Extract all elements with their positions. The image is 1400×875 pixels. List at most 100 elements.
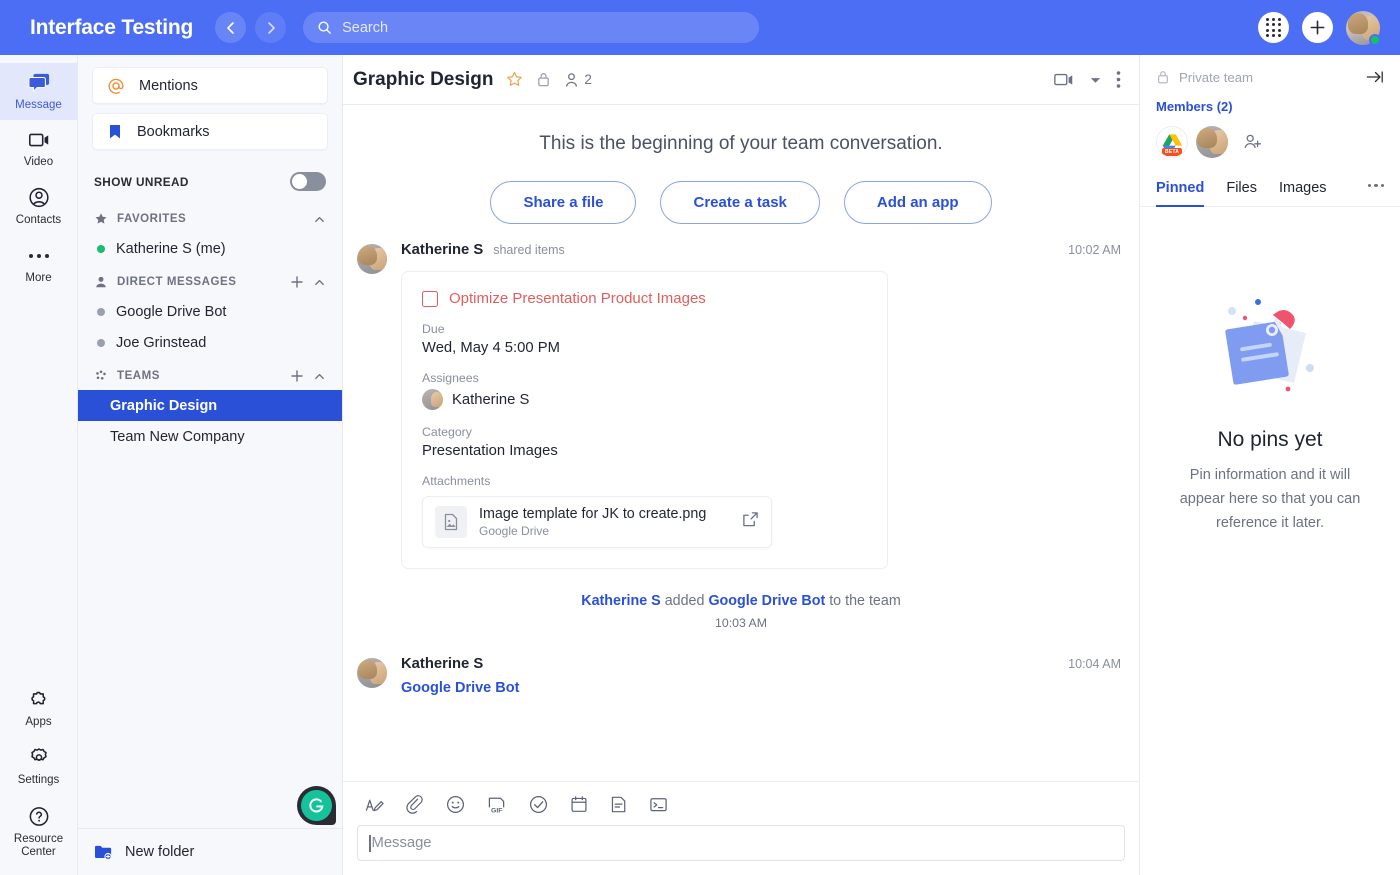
- members-title[interactable]: Members (2): [1156, 99, 1384, 114]
- gif-icon[interactable]: GIF: [487, 795, 507, 814]
- rail-item-contacts[interactable]: Contacts: [0, 177, 78, 235]
- rail-label: Contacts: [15, 214, 62, 227]
- new-folder-button[interactable]: New folder: [78, 828, 342, 875]
- pinned-note-illustration: [1225, 299, 1314, 392]
- list-item[interactable]: Joe Grinstead: [92, 327, 328, 358]
- group-header-favorites[interactable]: FAVORITES: [92, 201, 328, 233]
- list-item-label: Google Drive Bot: [116, 303, 227, 320]
- show-unread-row: SHOW UNREAD: [92, 159, 328, 201]
- task-checkbox[interactable]: [422, 290, 438, 307]
- nav-forward-button[interactable]: [255, 12, 287, 43]
- show-unread-toggle[interactable]: [290, 172, 326, 191]
- calendar-icon[interactable]: [570, 795, 588, 814]
- message-body: Katherine S 10:04 AM Google Drive Bot: [401, 656, 1121, 696]
- sidebar-item-bookmarks[interactable]: Bookmarks: [92, 113, 328, 150]
- list-item-label: Joe Grinstead: [116, 334, 207, 351]
- system-message-timestamp: 10:03 AM: [715, 616, 767, 630]
- star-icon: [95, 213, 107, 224]
- task-check-icon[interactable]: [529, 795, 548, 814]
- sidebar-item-team-new-company[interactable]: Team New Company: [78, 421, 342, 452]
- system-message-actor[interactable]: Katherine S: [581, 593, 660, 609]
- rail-label: Apps: [25, 716, 52, 729]
- beta-badge: BETA: [1161, 148, 1183, 156]
- add-direct-message-button[interactable]: [290, 275, 304, 289]
- list-item[interactable]: Katherine S (me): [92, 233, 328, 264]
- star-outline-icon: [507, 71, 523, 86]
- rail-item-video[interactable]: Video: [0, 120, 78, 177]
- member-count-button[interactable]: 2: [564, 72, 592, 88]
- group-header-direct-messages[interactable]: DIRECT MESSAGES: [92, 264, 328, 296]
- member-avatar-katherine-s[interactable]: [1196, 126, 1228, 158]
- image-file-icon: [435, 506, 467, 538]
- system-message-tail: to the team: [829, 593, 901, 609]
- create-a-task-button[interactable]: Create a task: [660, 181, 820, 224]
- video-options-button[interactable]: [1089, 75, 1102, 85]
- group-header-teams[interactable]: TEAMS: [92, 358, 328, 390]
- app-brand-title: Interface Testing: [30, 15, 194, 39]
- collapse-favorites-button[interactable]: [313, 213, 326, 226]
- plus-icon: [291, 276, 303, 288]
- gear-icon: [30, 748, 47, 762]
- sidebar-item-mentions[interactable]: Mentions: [92, 67, 328, 104]
- search-input[interactable]: Search: [303, 12, 760, 43]
- nav-back-button[interactable]: [215, 12, 247, 43]
- rail-item-settings[interactable]: Settings: [0, 737, 78, 795]
- rail-item-resource-center[interactable]: Resource Center: [0, 796, 78, 875]
- sidebar-item-label: Bookmarks: [137, 123, 210, 140]
- folder-plus-icon: [95, 845, 112, 860]
- collapse-panel-button[interactable]: [1366, 69, 1384, 85]
- text-format-icon[interactable]: [365, 796, 384, 814]
- message-text-link[interactable]: Google Drive Bot: [401, 680, 1121, 696]
- add-an-app-button[interactable]: Add an app: [843, 181, 992, 224]
- share-a-file-button[interactable]: Share a file: [490, 181, 637, 224]
- collapse-teams-button[interactable]: [313, 370, 326, 383]
- attachment-open-button[interactable]: [742, 511, 759, 533]
- tab-pinned[interactable]: Pinned: [1156, 174, 1205, 207]
- chevron-left-icon: [226, 21, 234, 34]
- group-title: FAVORITES: [117, 213, 187, 225]
- tab-images[interactable]: Images: [1279, 174, 1327, 207]
- rail-item-more[interactable]: More: [0, 236, 78, 293]
- system-message-target[interactable]: Google Drive Bot: [708, 593, 825, 609]
- details-panel-more-button[interactable]: [1367, 183, 1384, 196]
- plus-icon: [1310, 20, 1325, 35]
- grammarly-button[interactable]: [297, 786, 336, 825]
- code-snippet-icon[interactable]: [649, 795, 668, 814]
- attachment-item[interactable]: Image template for JK to create.png Goog…: [422, 496, 772, 548]
- collapse-direct-messages-button[interactable]: [313, 276, 326, 289]
- bookmark-icon: [110, 124, 120, 138]
- message-body: Katherine S shared items 10:02 AM Optimi…: [401, 242, 1121, 569]
- add-member-button[interactable]: [1242, 132, 1262, 152]
- user-avatar-button[interactable]: [1346, 10, 1381, 46]
- message-timestamp: 10:04 AM: [1068, 657, 1121, 671]
- private-lock-icon-button[interactable]: [536, 71, 551, 88]
- emoji-icon[interactable]: [446, 795, 465, 814]
- start-video-call-button[interactable]: [1053, 71, 1075, 89]
- message-author: Katherine S: [401, 242, 484, 258]
- show-unread-label: SHOW UNREAD: [94, 174, 189, 189]
- add-team-button[interactable]: [290, 369, 304, 383]
- list-item[interactable]: Google Drive Bot: [92, 296, 328, 327]
- conversation-overflow-button[interactable]: [1116, 70, 1121, 89]
- text-caret: [369, 834, 371, 852]
- rail-item-message[interactable]: Message: [0, 63, 78, 121]
- paperclip-icon[interactable]: [406, 795, 424, 814]
- task-card[interactable]: Optimize Presentation Product Images Due…: [401, 271, 888, 569]
- add-button[interactable]: [1302, 12, 1333, 43]
- search-placeholder: Search: [342, 19, 389, 36]
- new-folder-label: New folder: [125, 844, 195, 860]
- tab-files[interactable]: Files: [1226, 174, 1257, 207]
- person-icon: [96, 276, 106, 288]
- sidebar-item-graphic-design[interactable]: Graphic Design: [78, 390, 342, 421]
- document-icon[interactable]: [610, 795, 627, 814]
- page-title: Graphic Design: [353, 68, 494, 90]
- task-title[interactable]: Optimize Presentation Product Images: [449, 290, 706, 307]
- dialpad-button[interactable]: [1258, 12, 1289, 43]
- avatar: [422, 389, 443, 410]
- empty-state-description: Pin information and it will appear here …: [1179, 467, 1361, 531]
- rail-item-apps[interactable]: Apps: [0, 679, 78, 737]
- member-avatar-google-drive-bot[interactable]: BETA: [1156, 126, 1188, 158]
- task-due-label: Due: [422, 322, 445, 336]
- message-input[interactable]: Message: [357, 825, 1125, 861]
- favorite-star-button[interactable]: [506, 71, 523, 88]
